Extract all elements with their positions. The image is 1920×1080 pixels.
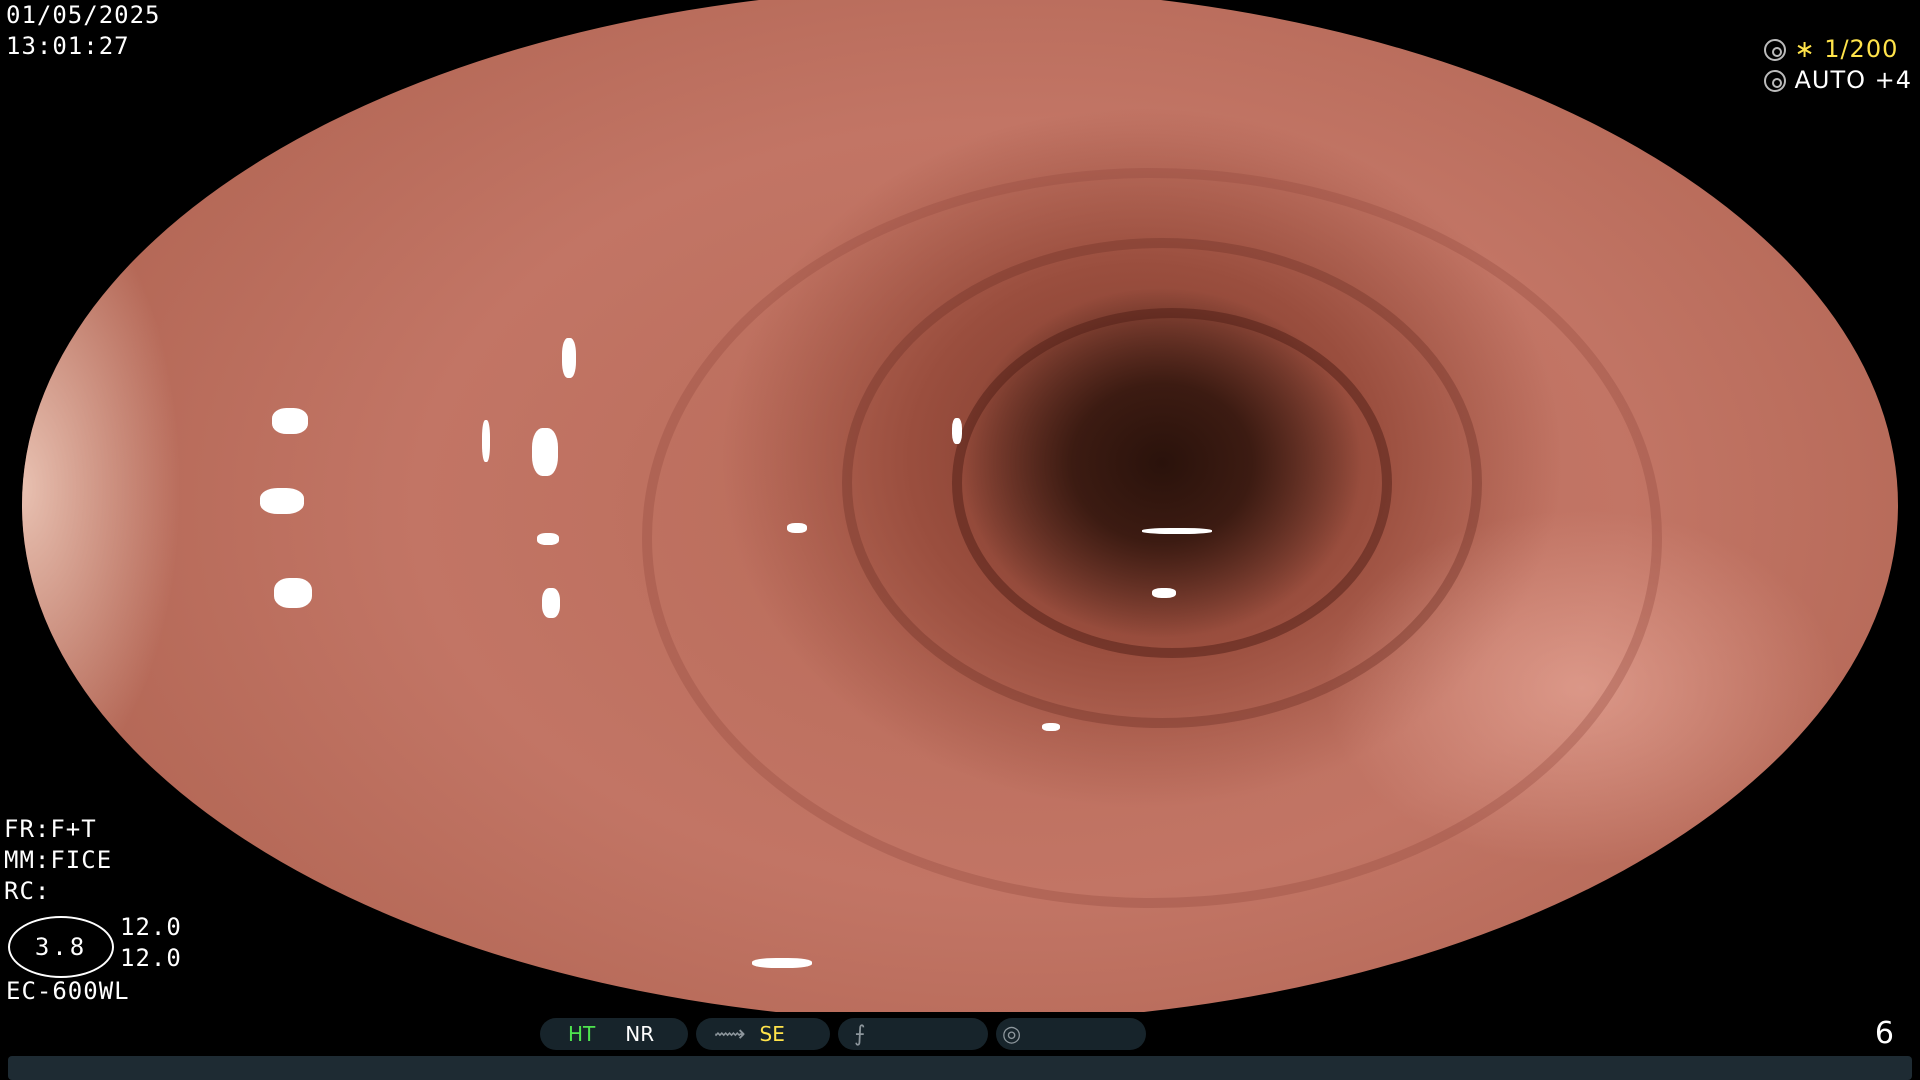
specular-glint xyxy=(274,578,312,608)
specular-glint xyxy=(1152,588,1176,598)
specular-glint xyxy=(1142,528,1212,534)
se-indicator: SE xyxy=(759,1022,785,1046)
shutter-icon xyxy=(1764,38,1787,61)
specular-glint xyxy=(482,420,490,462)
page-number: 6 xyxy=(1874,1016,1894,1051)
waveform-pill: ◎ xyxy=(996,1018,1146,1050)
specular-glint xyxy=(752,958,812,968)
freeze-icon: ⟿ xyxy=(714,1021,746,1047)
se-pill: ⟿ SE xyxy=(696,1018,830,1050)
status-bar: HT NR ⟿ SE ⨍ ◎ 6 xyxy=(0,1012,1920,1080)
specular-glint xyxy=(1042,723,1060,731)
function-icon: ⨍ xyxy=(854,1021,866,1047)
value-2: 12.0 xyxy=(120,944,182,972)
rc-label: RC: xyxy=(4,877,51,905)
specular-glint xyxy=(952,418,962,444)
specular-glint xyxy=(537,533,559,545)
function-pill: ⨍ xyxy=(838,1018,988,1050)
nr-indicator: NR xyxy=(625,1022,655,1046)
endoscopic-view xyxy=(22,0,1898,1022)
specular-glint xyxy=(532,428,558,476)
mode-label: MM:FICE xyxy=(4,846,113,874)
date-label: 01/05/2025 xyxy=(6,1,161,29)
specular-glint xyxy=(272,408,308,434)
structure-enhancement-badge: 3.8 xyxy=(8,916,114,978)
structure-value: 3.8 xyxy=(34,933,88,961)
iris-label: AUTO +4 xyxy=(1794,66,1912,94)
freeze-mode-label: FR:F+T xyxy=(4,815,97,843)
shutter-label: ∗ 1/200 xyxy=(1794,35,1899,63)
specular-glint xyxy=(542,588,560,618)
mucosal-fold xyxy=(642,168,1662,908)
time-label: 13:01:27 xyxy=(6,32,130,60)
iris-icon xyxy=(1764,69,1787,92)
mucosa-highlight xyxy=(22,168,182,808)
status-track xyxy=(8,1056,1912,1080)
specular-glint xyxy=(260,488,304,514)
specular-glint xyxy=(562,338,576,378)
value-1: 12.0 xyxy=(120,913,182,941)
enhancement-values: 12.0 12.0 xyxy=(120,912,182,974)
scope-model-display: EC-600WL xyxy=(6,976,130,1007)
datetime-display: 01/05/2025 13:01:27 xyxy=(6,0,161,62)
specular-glint xyxy=(787,523,807,533)
settings-panel: FR:F+T MM:FICE RC: xyxy=(4,814,112,907)
waveform-icon: ◎ xyxy=(1002,1021,1022,1047)
ht-nr-pill: HT NR xyxy=(540,1018,688,1050)
scope-model: EC-600WL xyxy=(6,977,130,1005)
ht-indicator: HT xyxy=(568,1022,596,1046)
exposure-panel: ∗ 1/200 AUTO +4 xyxy=(1764,34,1912,96)
